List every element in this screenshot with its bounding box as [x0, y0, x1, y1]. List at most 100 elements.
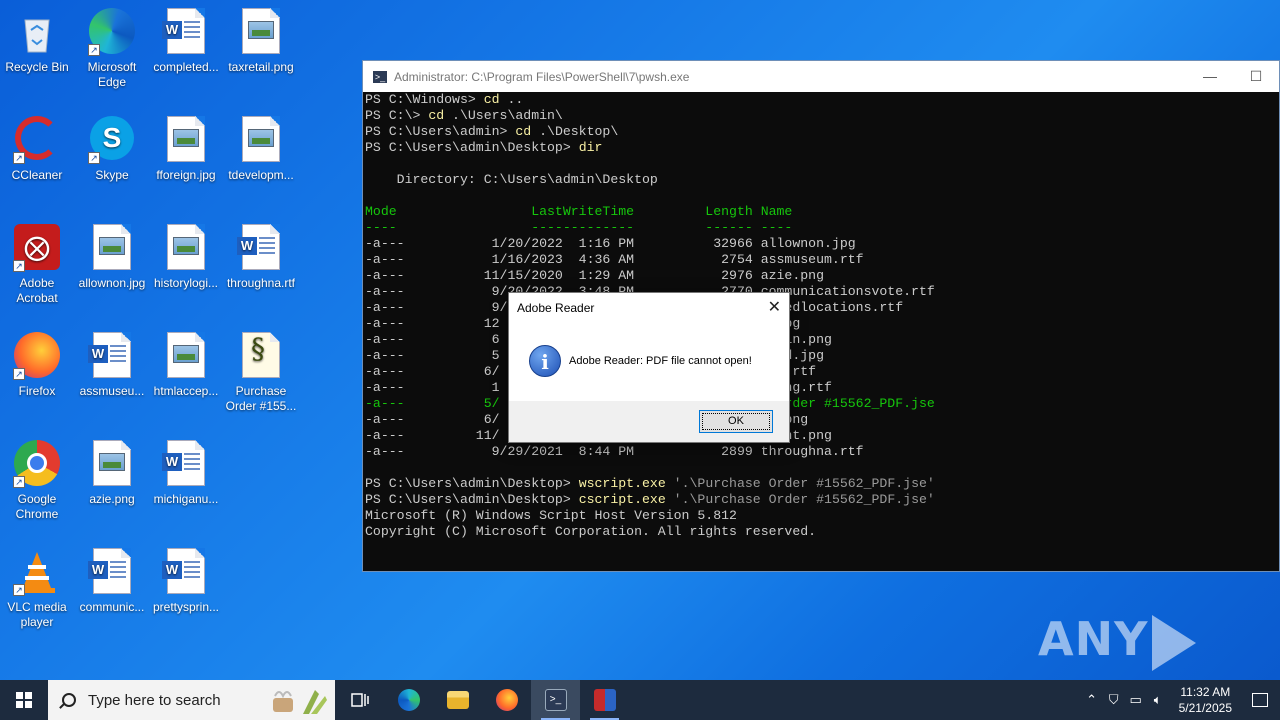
window-titlebar[interactable]: >_ Administrator: C:\Program Files\Power…: [363, 61, 1279, 92]
shortcut-arrow-icon: ↗: [13, 152, 25, 164]
system-tray: ⌃ ⛉ ▭ 🔈︎ 11:32 AM 5/21/2025: [1081, 680, 1280, 720]
desktop-icon[interactable]: ↗ VLC media player: [0, 548, 74, 630]
desktop-icon[interactable]: Wthroughna.rtf: [224, 224, 298, 291]
taskbar-edge[interactable]: [384, 680, 433, 720]
command-line: PS C:\Users\admin\Desktop> cscript.exe '…: [365, 492, 935, 507]
word-doc-icon: W: [162, 440, 210, 488]
info-icon: i: [529, 345, 561, 377]
shortcut-arrow-icon: ↗: [88, 152, 100, 164]
listing-row: -a--- 11/ velopment.png: [365, 428, 832, 443]
edge-icon: [397, 689, 420, 711]
windows-logo-icon: [16, 692, 32, 708]
output-line: Copyright (C) Microsoft Corporation. All…: [365, 524, 817, 539]
image-file-icon: [162, 116, 210, 164]
dialog-title: Adobe Reader: [517, 301, 595, 315]
word-doc-icon: W: [237, 224, 285, 272]
clock-time: 11:32 AM: [1180, 685, 1231, 699]
security-icon[interactable]: ⛉: [1103, 692, 1125, 708]
image-file-icon: [237, 116, 285, 164]
desktop-icon-label: Skype: [95, 168, 129, 182]
search-icon: [62, 693, 76, 707]
desktop-icon-label: Google Chrome: [15, 492, 59, 521]
script-file-icon: §: [237, 332, 285, 380]
start-button[interactable]: [0, 680, 48, 720]
terminal-output[interactable]: PS C:\Windows> cd .. PS C:\> cd .\Users\a…: [363, 92, 1279, 540]
shortcut-arrow-icon: ↗: [13, 584, 25, 596]
command-line: PS C:\> cd .\Users\admin\: [365, 108, 563, 123]
taskbar-script-host[interactable]: [580, 680, 629, 720]
desktop-icon[interactable]: fforeign.jpg: [149, 116, 223, 183]
desktop-icon[interactable]: S ↗ Skype: [75, 116, 149, 183]
desktop-icon[interactable]: tdevelopm...: [224, 116, 298, 183]
close-icon[interactable]: ✕: [768, 297, 781, 317]
taskbar-search-box[interactable]: Type here to search: [48, 680, 335, 720]
clock-date: 5/21/2025: [1178, 701, 1232, 715]
listing-header: Mode LastWriteTime Length Name: [365, 204, 793, 219]
command-line: PS C:\Users\admin\Desktop> dir: [365, 140, 603, 155]
desktop-icon[interactable]: ⨂ ↗ Adobe Acrobat: [0, 224, 74, 306]
notification-icon: [1252, 693, 1268, 707]
listing-row: -a--- 1/16/2023 4:36 AM 2754 assmuseum.r…: [365, 252, 864, 267]
search-highlight-icon: [273, 690, 327, 714]
desktop-icon[interactable]: Wcommunic...: [75, 548, 149, 615]
desktop-icon[interactable]: Wassmuseu...: [75, 332, 149, 399]
desktop-icon[interactable]: htmlaccep...: [149, 332, 223, 399]
desktop-icon[interactable]: ↗ Firefox: [0, 332, 74, 399]
desktop-icon[interactable]: allownon.jpg: [75, 224, 149, 291]
listing-underline: ---- ------------- ------ ----: [365, 220, 793, 235]
desktop-icon-label: tdevelopm...: [228, 168, 294, 182]
taskbar-file-explorer[interactable]: [433, 680, 482, 720]
taskbar-firefox[interactable]: [482, 680, 531, 720]
desktop-icon[interactable]: Wprettysprin...: [149, 548, 223, 615]
chevron-up-icon[interactable]: ⌃: [1081, 692, 1103, 708]
desktop-icon[interactable]: Wcompleted...: [149, 8, 223, 75]
desktop-icon[interactable]: § Purchase Order #155...: [224, 332, 298, 414]
desktop-icon[interactable]: ↗ CCleaner: [0, 116, 74, 183]
desktop-icon[interactable]: Recycle Bin: [0, 8, 74, 75]
taskbar-powershell[interactable]: >_: [531, 680, 580, 720]
image-file-icon: [88, 224, 136, 272]
desktop-icon[interactable]: azie.png: [75, 440, 149, 507]
task-view-button[interactable]: [335, 680, 384, 720]
volume-icon[interactable]: 🔈︎: [1147, 692, 1169, 708]
listing-row: -a--- 9/29/2021 8:44 PM 2899 throughna.r…: [365, 444, 864, 459]
desktop-icon-label: Microsoft Edge: [87, 60, 137, 89]
desktop-icon-label: Purchase Order #155...: [225, 384, 297, 413]
firefox-icon: [495, 689, 518, 711]
desktop-icon[interactable]: taxretail.png: [224, 8, 298, 75]
ok-button[interactable]: OK: [699, 410, 773, 433]
network-icon[interactable]: ▭: [1125, 692, 1147, 708]
desktop-icon-label: communic...: [79, 600, 145, 614]
minimize-button[interactable]: —: [1187, 68, 1233, 85]
listing-row: -a--- 1 ttyspring.rtf: [365, 380, 832, 395]
listing-row: -a--- 1/20/2022 1:16 PM 32966 allownon.j…: [365, 236, 856, 251]
shortcut-arrow-icon: ↗: [13, 476, 25, 488]
listing-row: -a--- 11/15/2020 1:29 AM 2976 azie.png: [365, 268, 824, 283]
desktop-icon-label: Recycle Bin: [5, 60, 69, 74]
firefox-icon: ↗: [13, 332, 61, 380]
desktop-icon[interactable]: historylogi...: [149, 224, 223, 291]
directory-line: Directory: C:\Users\admin\Desktop: [365, 172, 658, 187]
adobe-reader-dialog[interactable]: Adobe Reader ✕ i Adobe Reader: PDF file …: [508, 292, 790, 443]
desktop-icon-label: azie.png: [89, 492, 135, 506]
folder-icon: [446, 691, 469, 709]
command-line: PS C:\Windows> cd ..: [365, 92, 524, 107]
maximize-button[interactable]: ☐: [1233, 68, 1279, 85]
powershell-window[interactable]: >_ Administrator: C:\Program Files\Power…: [362, 60, 1280, 572]
script-host-icon: [593, 689, 616, 711]
shortcut-arrow-icon: ↗: [88, 44, 100, 56]
desktop-icon[interactable]: ↗ Google Chrome: [0, 440, 74, 522]
dialog-title-bar: Adobe Reader ✕: [509, 293, 789, 321]
image-file-icon: [162, 332, 210, 380]
desktop-icon[interactable]: ↗ Microsoft Edge: [75, 8, 149, 90]
notification-button[interactable]: [1240, 680, 1280, 720]
shortcut-arrow-icon: ↗: [13, 368, 25, 380]
clock[interactable]: 11:32 AM 5/21/2025: [1169, 684, 1240, 716]
listing-row: -a--- 5/ chase Order #15562_PDF.jse: [365, 396, 935, 411]
desktop-icon-label: prettysprin...: [152, 600, 220, 614]
command-line: PS C:\Users\admin> cd .\Desktop\: [365, 124, 619, 139]
desktop-icon[interactable]: Wmichiganu...: [149, 440, 223, 507]
image-file-icon: [88, 440, 136, 488]
listing-row: -a--- 12 reign.jpg: [365, 316, 800, 331]
ccleaner-icon: ↗: [13, 116, 61, 164]
